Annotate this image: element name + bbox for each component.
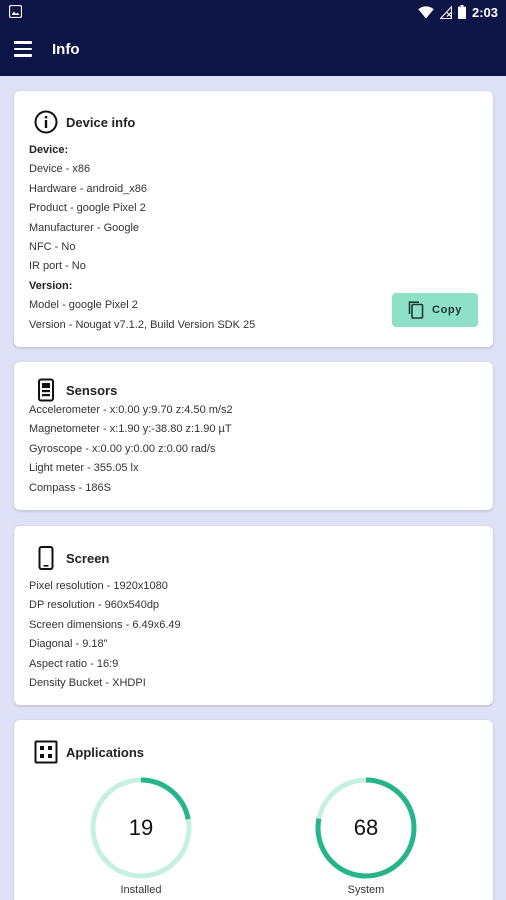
screen-line: Screen dimensions - 6.49x6.49: [29, 618, 181, 631]
screen-title: Screen: [66, 550, 110, 566]
device_info-line: NFC - No: [29, 241, 76, 254]
sensors-line: Gyroscope - x:0.00 y:0.00 z:0.00 rad/s: [29, 442, 216, 455]
status-icons: 2:03: [418, 4, 498, 20]
sensors-line: Accelerometer - x:0.00 y:9.70 z:4.50 m/s…: [29, 404, 233, 416]
copy-button[interactable]: Copy: [392, 293, 478, 327]
sensors-line: Light meter - 355.05 lx: [29, 462, 139, 475]
applications-title: Applications: [66, 744, 145, 760]
device_info-line: Version - Nougat v7.1.2, Build Version S…: [29, 318, 256, 331]
status-bar: 2:03: [0, 0, 506, 24]
sensors-lines: Accelerometer - x:0.00 y:9.70 z:4.50 m/s…: [29, 401, 233, 498]
screen-line: Density Bucket - XHDPI: [29, 677, 146, 690]
device_info-line: IR port - No: [29, 260, 86, 273]
device_info-line: Product - google Pixel 2: [29, 202, 146, 215]
screen-card: Screen Pixel resolution - 1920x1080 DP re…: [14, 526, 493, 705]
page-title: Info: [52, 41, 80, 58]
signal-icon: [439, 5, 452, 19]
applications-card: Applications 19 Installed 68 System: [14, 720, 493, 900]
device-info-card: Device info Device: Device - x86 Hardware …: [14, 91, 493, 347]
device_info-line: Model - google Pixel 2: [29, 299, 138, 312]
installed-label: Installed: [120, 884, 162, 896]
device_info-line: Manufacturer - Google: [29, 221, 140, 234]
device-info-header: Device info: [34, 110, 135, 134]
installed-count: 19: [128, 815, 154, 840]
status-time: 2:03: [471, 4, 498, 20]
screen-line: DP resolution - 960x540dp: [29, 599, 160, 612]
device_info-line: Hardware - android_x86: [29, 182, 148, 195]
device-info-title: Device info: [66, 114, 136, 130]
sensors-title: Sensors: [66, 382, 118, 398]
sensors-icon: [38, 378, 54, 402]
wifi-icon: [418, 5, 434, 18]
sensors-line: Compass - 186S: [29, 481, 111, 494]
device-info-lines: Device: Device - x86 Hardware - android_x8…: [29, 141, 255, 335]
menu-icon: [14, 41, 32, 44]
app-bar: Info: [0, 24, 506, 76]
sensors-line: Magnetometer - x:1.90 y:-38.80 z:1.90 µT: [29, 423, 232, 436]
device_info-line: Version:: [29, 279, 73, 292]
phone-icon: [38, 546, 54, 570]
device_info-line: Device - x86: [29, 163, 91, 176]
device_info-line: Device:: [29, 144, 69, 156]
sensors-card: Sensors Accelerometer - x:0.00 y:9.70 z:…: [14, 362, 493, 510]
system-label: System: [347, 884, 385, 896]
apps-grid-icon: [34, 740, 58, 764]
sensors-header: Sensors: [34, 378, 117, 402]
screen-header: Screen: [34, 546, 109, 570]
screen-lines: Pixel resolution - 1920x1080 DP resolutio…: [29, 577, 181, 693]
system-count: 68: [353, 815, 379, 840]
menu-button[interactable]: [14, 41, 32, 57]
screen-line: Aspect ratio - 16:9: [29, 657, 119, 670]
battery-icon: [457, 5, 466, 19]
screen-line: Pixel resolution - 1920x1080: [29, 580, 168, 592]
installed-apps-ring: 19: [89, 776, 193, 880]
applications-header: Applications: [34, 740, 144, 764]
image-notification-icon: [9, 5, 22, 18]
copy-button-label: Copy: [432, 304, 462, 316]
copy-icon: [408, 301, 424, 319]
system-apps-ring: 68: [314, 776, 418, 880]
screen-line: Diagonal - 9.18": [29, 638, 108, 651]
info-icon: [34, 110, 58, 134]
